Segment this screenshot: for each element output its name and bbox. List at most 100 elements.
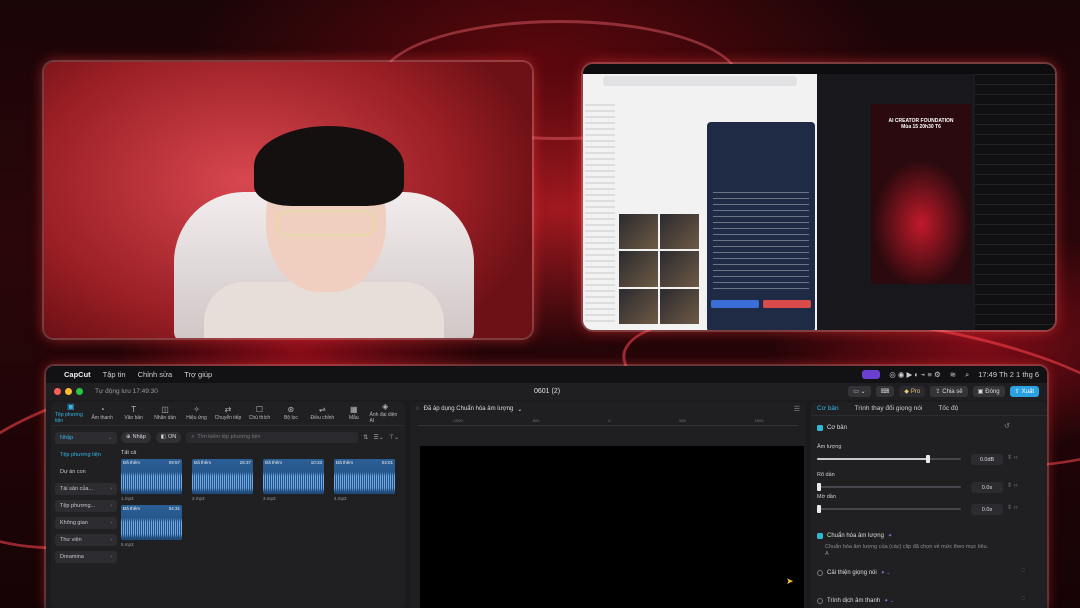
close-project-button[interactable]: ▣ Đóng (972, 386, 1005, 397)
enhance-voice-row: Cải thiện giọng nói ✦ ⌄ (817, 570, 1037, 576)
translate-reset-icon[interactable]: ◌ (1021, 595, 1025, 602)
share-stream-preview (871, 104, 971, 284)
clip-thumbnail[interactable]: Đã thêm 25:37 (192, 459, 253, 494)
volume-value[interactable]: 0.0dB (971, 454, 1003, 465)
fade-out-knob[interactable] (817, 505, 821, 513)
autosave-status: Tự động lưu 17:49:30 (95, 388, 158, 395)
clip-thumbnail[interactable]: Đã thêm 04:01 (334, 459, 395, 494)
toolbar-tab-label: Ảnh đại diện AI (369, 412, 398, 424)
reset-icon[interactable]: ↺ (1004, 422, 1010, 430)
fade-in-label: Rõ dần (817, 472, 835, 478)
toolbar-tab-icon: ☐ (255, 405, 264, 414)
clock[interactable]: 17:49 Th 2 1 thg 6 (978, 370, 1039, 379)
volume-slider[interactable] (817, 455, 961, 463)
fade-in-stepper[interactable]: ⇕ ‹› (1007, 482, 1018, 489)
toolbar-tab-1[interactable]: ◔ Âm thanh (86, 402, 117, 425)
fade-in-slider[interactable] (817, 483, 961, 491)
clip-duration: 04:31 (168, 506, 180, 511)
clip-thumbnail[interactable]: Đã thêm 10:33 (263, 459, 324, 494)
toolbar-tab-10[interactable]: ◈ Ảnh đại diện AI (370, 402, 401, 425)
menu-app[interactable]: CapCut (64, 370, 91, 379)
basic-checkbox[interactable] (817, 425, 823, 431)
clip-duration: 10:33 (310, 460, 322, 465)
toolbar-tab-0[interactable]: ▣ Tệp phương tiện (55, 402, 86, 425)
normalize-checkbox[interactable] (817, 533, 823, 539)
media-clip[interactable]: Đã thêm 04:01 4.mp3 (334, 459, 405, 501)
toolbar-tab-icon: ✧ (193, 405, 200, 414)
layout-button[interactable]: ▭ ⌄ (848, 386, 871, 397)
fade-in-knob[interactable] (817, 483, 821, 491)
screen-record-icon[interactable] (862, 370, 881, 379)
media-clip[interactable]: Đã thêm 04:31 5.mp3 (121, 505, 192, 547)
clip-added-badge: Đã thêm (123, 460, 141, 465)
audio-translate-checkbox[interactable] (817, 598, 823, 604)
tab-speed[interactable]: Tốc độ (938, 405, 958, 412)
category-item-6[interactable]: Thư viện › (55, 534, 117, 546)
sort-icon[interactable]: ⇅ (363, 434, 368, 441)
category-item-4[interactable]: Tệp phương... › (55, 500, 117, 512)
search-icon[interactable]: ⌕ (965, 370, 969, 380)
inspector-panel: Cơ bản Trình thay đổi giọng nói Tốc độ C… (811, 402, 1047, 608)
capcut-window: CapCut Tập tin Chỉnh sửa Trợ giúp ◎ ◉ ▶ … (46, 366, 1047, 608)
fade-out-stepper[interactable]: ⇕ ‹› (1007, 504, 1018, 511)
toggle-on-button[interactable]: ◧ ON (155, 431, 182, 443)
close-window-button[interactable] (54, 388, 61, 395)
clip-name: 1.mp3 (121, 496, 134, 501)
glasses (276, 210, 376, 236)
media-search-input[interactable]: ⌕ Tìm kiếm tệp phương tiện (186, 431, 359, 443)
project-title[interactable]: 0601 (2) (534, 388, 560, 395)
fade-in-value[interactable]: 0.0s (971, 482, 1003, 493)
clip-duration: 04:01 (381, 460, 393, 465)
media-clip[interactable]: Đã thêm 10:33 3.mp3 (263, 459, 334, 501)
toolbar-tab-2[interactable]: T Văn bản (118, 402, 149, 425)
toolbar-tab-6[interactable]: ☐ Chú thích (244, 402, 275, 425)
clip-thumbnail[interactable]: Đã thêm 09:57 (121, 459, 182, 494)
player-panel: ◌ Đã áp dụng Chuẩn hóa âm lượng ⌄ ☰ -100… (410, 402, 806, 608)
category-item-3[interactable]: Tài sản của... › (55, 483, 117, 495)
menu-help[interactable]: Trợ giúp (184, 370, 212, 379)
toolbar-tab-label: Văn bản (124, 415, 143, 421)
toolbar-tab-5[interactable]: ⇄ Chuyển tiếp (212, 402, 243, 425)
menu-file[interactable]: Tập tin (103, 370, 126, 379)
share-button[interactable]: ⇪ Chia sẻ (930, 386, 968, 397)
chevron-icon: › (110, 520, 112, 526)
toolbar-tab-4[interactable]: ✧ Hiệu ứng (181, 402, 212, 425)
enhance-voice-label: Cải thiện giọng nói (827, 570, 877, 576)
keyboard-icon[interactable]: ⌨ (875, 386, 895, 397)
toolbar-tab-8[interactable]: ⇌ Điều chỉnh (307, 402, 338, 425)
tab-voice-changer[interactable]: Trình thay đổi giọng nói (855, 405, 923, 412)
media-clip[interactable]: Đã thêm 09:57 1.mp3 (121, 459, 192, 501)
volume-knob[interactable] (925, 455, 930, 463)
volume-stepper[interactable]: ⇕ ‹› (1007, 454, 1018, 461)
category-item-7[interactable]: Dreamina › (55, 551, 117, 563)
toolbar-tab-9[interactable]: ▦ Mẫu (338, 402, 369, 425)
feature-toolbar: ▣ Tệp phương tiện ◔ Âm thanh T Văn bản ◫ Nhãn d… (51, 402, 405, 426)
video-preview[interactable] (420, 446, 804, 608)
chevron-down-icon[interactable]: ⌄ (517, 406, 522, 413)
toolbar-tab-7[interactable]: ⊛ Bộ lọc (275, 402, 306, 425)
import-button[interactable]: ⊕ Nhập (121, 431, 151, 443)
category-item-0[interactable]: Nhập ⌄ (55, 432, 117, 444)
filter-icon[interactable]: ⊤⌄ (389, 434, 399, 441)
media-clip[interactable]: Đã thêm 25:37 2.mp3 (192, 459, 263, 501)
clip-thumbnail[interactable]: Đã thêm 04:31 (121, 505, 182, 540)
export-button[interactable]: ⇧ Xuất (1009, 386, 1039, 397)
media-content: ⊕ Nhập ◧ ON ⌕ Tìm kiếm tệp phương tiện ⇅… (121, 430, 399, 608)
enhance-voice-checkbox[interactable] (817, 570, 823, 576)
toolbar-tab-3[interactable]: ◫ Nhãn dán (149, 402, 180, 425)
clip-name: 3.mp3 (263, 496, 276, 501)
minimize-window-button[interactable] (65, 388, 72, 395)
category-item-2[interactable]: Dự án con (55, 466, 117, 478)
fade-out-value[interactable]: 0.0s (971, 504, 1003, 515)
wifi-icon[interactable]: ≋ (950, 370, 956, 379)
menu-icon[interactable]: ☰ (794, 405, 800, 413)
view-icon[interactable]: ☰⌄ (373, 434, 383, 441)
pro-button[interactable]: ◆ Pro (899, 386, 926, 397)
tab-basic[interactable]: Cơ bản (817, 405, 839, 412)
category-item-5[interactable]: Không gian › (55, 517, 117, 529)
enhance-reset-icon[interactable]: ◌ (1021, 567, 1025, 574)
category-item-1[interactable]: Tệp phương tiện (55, 449, 117, 461)
menu-edit[interactable]: Chỉnh sửa (138, 370, 173, 379)
maximize-window-button[interactable] (76, 388, 83, 395)
fade-out-slider[interactable] (817, 505, 961, 513)
